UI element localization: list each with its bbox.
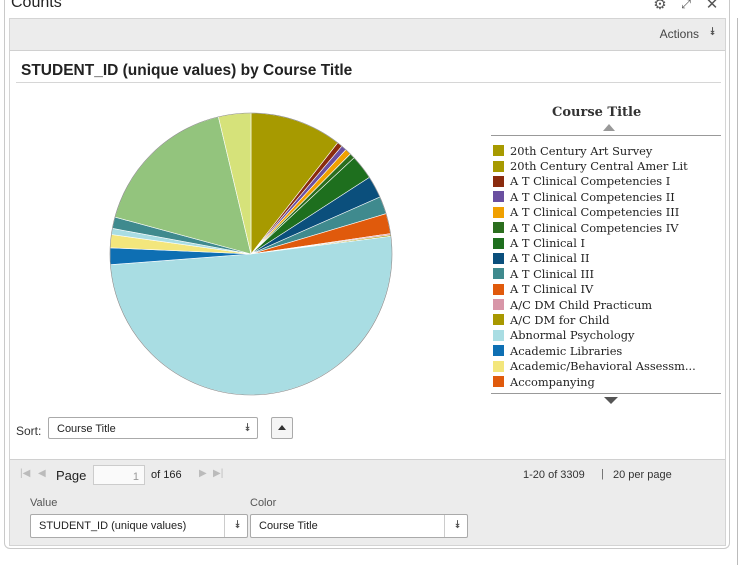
page-count: of 166 [151, 469, 182, 481]
expand-icon[interactable]: ⤢ [677, 0, 695, 12]
legend-label: A T Clinical II [510, 251, 590, 266]
next-page-icon[interactable]: ▶ [199, 468, 207, 479]
panel-title: Counts [11, 0, 62, 11]
legend-swatch [493, 360, 504, 372]
value-select[interactable]: STUDENT_ID (unique values) ⯯ [30, 514, 248, 538]
double-chevron-down-icon[interactable]: ⯯ [709, 26, 716, 39]
legend-label: A T Clinical Competencies IV [510, 220, 679, 235]
pie-chart[interactable] [106, 109, 396, 399]
chart-title: STUDENT_ID (unique values) by Course Tit… [21, 62, 353, 79]
legend-item[interactable]: A T Clinical Competencies IV [493, 220, 696, 235]
legend-swatch [493, 268, 504, 280]
legend-item[interactable]: A T Clinical Competencies II [493, 189, 696, 204]
sort-select-value: Course Title [57, 423, 116, 435]
legend-swatch [493, 252, 504, 264]
sort-label: Sort: [16, 424, 42, 438]
legend-label: A T Clinical Competencies III [510, 205, 680, 220]
legend-swatch [493, 237, 504, 249]
legend-item[interactable]: A/C DM Child Practicum [493, 297, 696, 312]
legend-swatch [493, 329, 504, 341]
legend-item[interactable]: Abnormal Psychology [493, 328, 696, 343]
double-chevron-down-icon: ⯯ [234, 519, 241, 531]
legend-swatch [493, 160, 504, 172]
actions-menu[interactable]: Actions [660, 27, 699, 41]
close-icon[interactable]: ✕ [703, 0, 721, 13]
legend-label: Academic/Behavioral Assessm... [510, 359, 696, 374]
legend-item[interactable]: 20th Century Art Survey [493, 143, 696, 158]
triangle-up-icon [278, 425, 286, 430]
legend-label: Abnormal Psychology [510, 328, 635, 343]
page-label: Page [56, 468, 87, 483]
legend-item[interactable]: 20th Century Central Amer Lit [493, 158, 696, 173]
sort-select[interactable]: Course Title ⯯ [48, 417, 258, 439]
scroll-edge [737, 18, 738, 565]
color-select[interactable]: Course Title ⯯ [250, 514, 468, 538]
legend-label: A/C DM for Child [510, 312, 610, 327]
legend-title: Course Title [552, 105, 642, 120]
legend-swatch [493, 145, 504, 157]
legend-swatch [493, 206, 504, 218]
legend-label: Academic Libraries [510, 343, 623, 358]
divider [16, 82, 721, 83]
panel-titlebar: Counts ⚙ ⤢ ✕ [5, 0, 731, 18]
legend-item[interactable]: A T Clinical Competencies I [493, 174, 696, 189]
legend-item[interactable]: A T Clinical III [493, 266, 696, 281]
legend: 20th Century Art Survey 20th Century Cent… [493, 143, 696, 389]
legend-label: A T Clinical IV [510, 282, 594, 297]
legend-item[interactable]: A T Clinical IV [493, 282, 696, 297]
double-chevron-down-icon: ⯯ [454, 519, 461, 531]
page-number-input[interactable] [93, 465, 145, 485]
pager-bar: |◀ ◀ Page of 166 ▶ ▶| 1-20 of 3309 | 20 … [10, 459, 725, 492]
chart-container: Actions ⯯ STUDENT_ID (unique values) by … [9, 18, 726, 546]
legend-item[interactable]: A/C DM for Child [493, 312, 696, 327]
legend-scroll-down-icon[interactable] [604, 397, 618, 404]
legend-swatch [493, 175, 504, 187]
legend-item[interactable]: A T Clinical Competencies III [493, 205, 696, 220]
legend-label: 20th Century Central Amer Lit [510, 159, 688, 174]
divider [491, 393, 721, 394]
legend-swatch [493, 376, 504, 388]
legend-label: A T Clinical Competencies I [510, 174, 671, 189]
legend-label: A T Clinical I [510, 236, 585, 251]
legend-label: 20th Century Art Survey [510, 143, 653, 158]
legend-swatch [493, 191, 504, 203]
legend-swatch [493, 314, 504, 326]
color-select-value: Course Title [259, 520, 318, 532]
first-page-icon[interactable]: |◀ [20, 468, 30, 479]
legend-label: A T Clinical Competencies II [510, 189, 675, 204]
legend-label: Accompanying [510, 374, 595, 389]
counts-panel: Counts ⚙ ⤢ ✕ Actions ⯯ STUDENT_ID (uniqu… [4, 0, 730, 549]
last-page-icon[interactable]: ▶| [213, 468, 223, 479]
divider [491, 135, 721, 136]
legend-item[interactable]: A T Clinical II [493, 251, 696, 266]
per-page-selector[interactable]: 20 per page [613, 469, 672, 481]
double-chevron-down-icon: ⯯ [244, 422, 251, 434]
gear-icon[interactable]: ⚙ [651, 0, 669, 13]
previous-page-icon[interactable]: ◀ [38, 468, 46, 479]
legend-item[interactable]: Academic/Behavioral Assessm... [493, 358, 696, 373]
legend-item[interactable]: Accompanying [493, 374, 696, 389]
legend-item[interactable]: A T Clinical I [493, 235, 696, 250]
legend-swatch [493, 299, 504, 311]
legend-item[interactable]: Academic Libraries [493, 343, 696, 358]
legend-label: A T Clinical III [510, 266, 594, 281]
record-range: 1-20 of 3309 [523, 469, 585, 481]
legend-swatch [493, 345, 504, 357]
sort-direction-button[interactable] [271, 417, 293, 439]
separator: | [601, 468, 604, 480]
field-selectors: Value STUDENT_ID (unique values) ⯯ Color… [10, 491, 725, 545]
legend-scroll-up-icon[interactable] [603, 124, 615, 131]
value-label: Value [30, 497, 58, 509]
color-label: Color [250, 497, 277, 509]
legend-swatch [493, 283, 504, 295]
legend-label: A/C DM Child Practicum [510, 297, 653, 312]
legend-swatch [493, 222, 504, 234]
value-select-value: STUDENT_ID (unique values) [39, 520, 187, 532]
actions-bar: Actions ⯯ [10, 19, 725, 51]
